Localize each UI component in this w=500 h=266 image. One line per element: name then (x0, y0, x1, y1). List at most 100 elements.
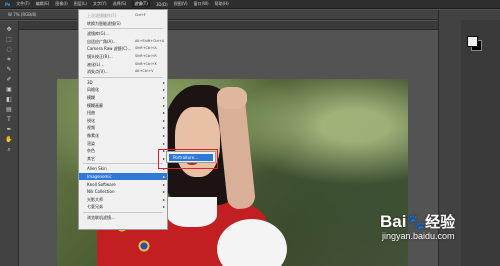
filter-menu-item[interactable]: 模糊 ▸ (79, 94, 167, 101)
menu-item-label: 七夏兄弟 (87, 204, 103, 210)
filter-menu-item[interactable]: 杂色 ▸ (79, 147, 167, 154)
menu-item-shortcut: Shift+Ctrl+A (135, 46, 157, 51)
hand-tool-icon[interactable]: ✋ (4, 135, 14, 144)
watermark-brand-suffix: 经验 (425, 214, 456, 231)
menu-item-label: 扭曲 (87, 110, 95, 116)
filter-menu-item[interactable]: 转换为智能滤镜(S) (79, 20, 167, 27)
filter-menu-item[interactable]: 光影大师 ▸ (79, 196, 167, 203)
menu-separator (83, 212, 163, 213)
menu-filter[interactable]: 滤镜(T) (132, 1, 150, 7)
menu-item-shortcut: Alt+Ctrl+V (135, 69, 154, 74)
filter-menu-item[interactable]: Imagenomic ▸ (79, 173, 167, 180)
menu-image[interactable]: 图像(I) (55, 1, 67, 7)
tools-panel: ✥ ⬚ ◌ ⌗ ✎ ✐ ▣ ◧ ▤ T ✒ ✋ ⌕ (0, 21, 19, 266)
filter-menu-item[interactable]: 液化(L)... Shift+Ctrl+X (79, 61, 167, 68)
options-bar: W 7% (RGB/8) (0, 10, 500, 20)
menu-item-label: 视频 (87, 125, 95, 131)
menu-item-label: 上次滤镜操作(F) (87, 13, 117, 18)
menu-view[interactable]: 视图(V) (174, 1, 188, 7)
menu-separator (83, 28, 163, 30)
menu-separator (83, 163, 163, 165)
menu-item-label: Imagenomic (87, 174, 112, 179)
menu-item-label: 3D (87, 79, 93, 85)
submenu-arrow-icon: ▸ (162, 140, 165, 146)
foreground-color-swatch[interactable] (467, 36, 478, 47)
submenu-arrow-icon: ▸ (162, 102, 165, 108)
pen-tool-icon[interactable]: ✒ (4, 125, 14, 134)
submenu-arrow-icon: ▸ (162, 204, 165, 210)
filter-menu-item[interactable]: 自适应广角(A)... Alt+Shift+Ctrl+A (79, 38, 167, 45)
filter-menu-item[interactable]: 视频 ▸ (79, 124, 167, 131)
menu-item-label: 镜头校正(R)... (87, 54, 113, 59)
menu-item-label: 锐化 (87, 117, 95, 123)
app-logo: Ps (5, 1, 11, 7)
menu-edit[interactable]: 编辑(E) (36, 1, 50, 7)
stamp-tool-icon[interactable]: ▣ (4, 85, 14, 94)
menu-item-label: 液化(L)... (87, 61, 105, 67)
menu-3d[interactable]: 3D(D) (156, 2, 168, 7)
filter-menu-item[interactable]: Knoll Software ▸ (79, 181, 167, 188)
filter-menu-item[interactable]: Camera Raw 滤镜(C)... Shift+Ctrl+A (79, 45, 167, 52)
eraser-tool-icon[interactable]: ◧ (4, 95, 14, 104)
brush-tool-icon[interactable]: ✐ (4, 75, 14, 84)
panel-column (461, 20, 500, 266)
photo-sleeve (217, 219, 287, 266)
submenu-arrow-icon: ▸ (162, 181, 165, 187)
filter-menu-item[interactable]: 模糊画廊 ▸ (79, 102, 167, 109)
menu-item-label: 消失点(V)... (87, 69, 109, 75)
marquee-tool-icon[interactable]: ⬚ (4, 35, 14, 44)
submenu-arrow-icon: ▸ (162, 174, 165, 179)
filter-menu-item: 上次滤镜操作(F) Ctrl+F (79, 12, 167, 19)
filter-menu-item[interactable]: 消失点(V)... Alt+Ctrl+V (79, 68, 167, 75)
submenu-arrow-icon: ▸ (162, 133, 165, 138)
crop-tool-icon[interactable]: ⌗ (4, 55, 14, 64)
filter-menu-item[interactable]: 滤镜库(G)... (79, 30, 167, 37)
filter-menu: 上次滤镜操作(F) Ctrl+F 转换为智能滤镜(S) 滤镜库(G)... 自适应广角(… (78, 9, 168, 230)
baidu-watermark-logo: Bai🐾经验 (380, 211, 455, 232)
menu-help[interactable]: 帮助(H) (215, 1, 229, 7)
filter-menu-item[interactable]: 其它 ▸ (79, 155, 167, 162)
photo-hand (217, 87, 247, 109)
filter-menu-item[interactable]: 风格化 ▸ (79, 86, 167, 93)
photo-collar (167, 197, 217, 227)
lasso-tool-icon[interactable]: ◌ (4, 45, 14, 54)
menu-item-shortcut: Shift+Ctrl+R (135, 54, 157, 58)
menu-file[interactable]: 文件(F) (16, 1, 29, 7)
menu-separator (83, 76, 163, 78)
zoom-tool-icon[interactable]: ⌕ (4, 145, 14, 154)
submenu-arrow-icon: ▸ (162, 117, 165, 123)
eyedropper-tool-icon[interactable]: ✎ (4, 65, 14, 74)
menu-type[interactable]: 文字(Y) (93, 1, 107, 7)
filter-menu-item[interactable]: 镜头校正(R)... Shift+Ctrl+R (79, 53, 167, 60)
filter-menu-item[interactable]: 渲染 ▸ (79, 140, 167, 147)
menu-layer[interactable]: 图层(L) (74, 1, 87, 7)
move-tool-icon[interactable]: ✥ (4, 25, 14, 34)
photo-embroidery (137, 239, 151, 253)
submenu-arrow-icon: ▸ (162, 125, 165, 131)
submenu-arrow-icon: ▸ (162, 79, 165, 85)
text-tool-icon[interactable]: T (4, 115, 14, 124)
menu-item-label: 光影大师 (87, 196, 103, 202)
filter-menu-item[interactable]: 3D ▸ (79, 79, 167, 86)
filter-menu-item[interactable]: 七夏兄弟 ▸ (79, 203, 167, 210)
submenu-arrow-icon: ▸ (162, 110, 165, 116)
menu-bar: Ps 文件(F) 编辑(E) 图像(I) 图层(L) 文字(Y) 选择(S) 滤… (0, 0, 500, 9)
menu-item-label: 浏览联机滤镜... (87, 215, 115, 220)
filter-menu-item[interactable]: Nik Collection ▸ (79, 188, 167, 195)
menu-select[interactable]: 选择(S) (113, 1, 127, 7)
menu-window[interactable]: 窗口(W) (194, 1, 209, 7)
highlight-callout-box (158, 149, 218, 169)
filter-menu-item[interactable]: Alien Skin ▸ (79, 165, 167, 172)
submenu-arrow-icon: ▸ (162, 196, 165, 202)
filter-menu-item[interactable]: 扭曲 ▸ (79, 109, 167, 116)
menu-item-label: 其它 (87, 155, 95, 161)
filter-menu-item[interactable]: 像素化 ▸ (79, 132, 167, 139)
gradient-tool-icon[interactable]: ▤ (4, 105, 14, 114)
filter-menu-item[interactable]: 锐化 ▸ (79, 117, 167, 124)
filter-menu-item[interactable]: 浏览联机滤镜... (79, 214, 167, 221)
menu-item-label: Alien Skin (87, 166, 107, 172)
menu-item-label: 自适应广角(A)... (87, 38, 117, 44)
menu-item-shortcut: Shift+Ctrl+X (135, 61, 157, 66)
options-text: W 7% (RGB/8) (8, 12, 37, 17)
menu-item-label: 滤镜库(G)... (87, 31, 110, 37)
